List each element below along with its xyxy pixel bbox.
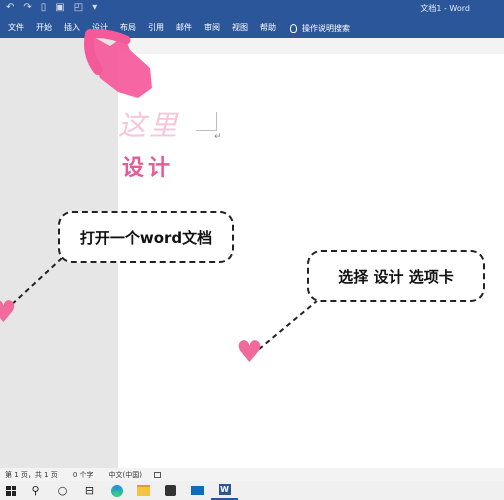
windows-logo-icon bbox=[6, 485, 16, 496]
search-icon[interactable]: ⚲ bbox=[22, 481, 49, 500]
cortana-icon[interactable]: ○ bbox=[49, 481, 76, 500]
page-count[interactable]: 第 1 页，共 1 页 bbox=[0, 470, 68, 480]
taskbar: ⚲ ○ ⊟ W bbox=[0, 481, 504, 500]
heart-icon: ♥ bbox=[0, 295, 17, 330]
edge-icon[interactable] bbox=[103, 481, 130, 500]
windows-start-button[interactable] bbox=[0, 481, 22, 500]
file-explorer-icon[interactable] bbox=[130, 481, 157, 500]
accessibility-icon[interactable] bbox=[153, 471, 161, 478]
language-indicator[interactable]: 中文(中国) bbox=[104, 470, 152, 480]
callout-select-design-tab: 选择 设计 选项卡 bbox=[307, 250, 485, 302]
callout-open-document: 打开一个word文档 bbox=[58, 211, 234, 263]
status-bar: 第 1 页，共 1 页 0 个字 中文(中国) bbox=[0, 468, 504, 481]
task-view-icon[interactable]: ⊟ bbox=[76, 481, 103, 500]
mail-icon[interactable] bbox=[184, 481, 211, 500]
word-count[interactable]: 0 个字 bbox=[68, 470, 104, 480]
word-icon[interactable]: W bbox=[211, 481, 238, 500]
heart-icon: ♥ bbox=[236, 335, 263, 370]
store-icon[interactable] bbox=[157, 481, 184, 500]
